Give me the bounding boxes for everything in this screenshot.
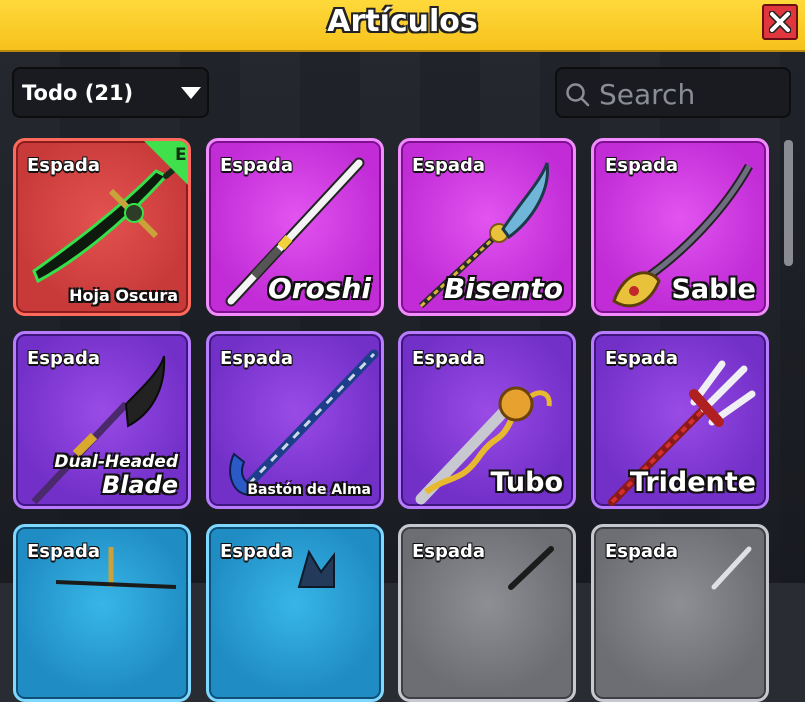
item-card-tridente[interactable]: Espada Tridente [591, 331, 769, 509]
search-input[interactable] [597, 77, 786, 111]
item-name: Tridente [629, 467, 756, 499]
item-category: Espada [220, 348, 294, 369]
category-filter-dropdown[interactable]: Todo (21) [12, 67, 209, 118]
window-title: Artículos [327, 4, 478, 39]
item-card-row3-4[interactable]: Espada [591, 524, 769, 702]
item-card-dual-headed-blade[interactable]: Espada Dual-Headed Blade [13, 331, 191, 509]
item-card-row3-2[interactable]: Espada [206, 524, 384, 702]
close-button[interactable] [762, 4, 798, 40]
title-bar: Artículos [0, 0, 805, 52]
item-category: Espada [605, 155, 679, 176]
item-category: Espada [412, 348, 486, 369]
item-card-row3-3[interactable]: Espada [398, 524, 576, 702]
item-category: Espada [220, 541, 294, 562]
item-category: Espada [220, 155, 294, 176]
item-name: Tubo [490, 467, 563, 499]
item-card-baston-de-alma[interactable]: Espada Bastón de Alma [206, 331, 384, 509]
item-name: Oroshi [267, 272, 371, 306]
item-category: Espada [605, 348, 679, 369]
item-name-group: Dual-Headed Blade [54, 453, 178, 498]
filter-selected-value: Todo (21) [22, 81, 134, 105]
scrollbar-thumb[interactable] [784, 140, 793, 266]
chevron-down-icon [181, 87, 201, 99]
item-category: Espada [27, 348, 101, 369]
equipped-badge-letter: E [175, 145, 187, 165]
item-category: Espada [412, 155, 486, 176]
item-card-sable[interactable]: Espada Sable [591, 138, 769, 316]
item-name-line2: Blade [101, 470, 178, 499]
item-category: Espada [412, 541, 486, 562]
item-name-line1: Dual-Headed [54, 451, 178, 472]
item-category: Espada [27, 155, 101, 176]
close-icon [769, 11, 791, 33]
search-box[interactable] [555, 67, 791, 118]
item-card-oroshi[interactable]: Espada Oroshi [206, 138, 384, 316]
search-icon [566, 83, 590, 107]
item-card-tubo[interactable]: Espada Tubo [398, 331, 576, 509]
item-name: Bastón de Alma [247, 481, 371, 498]
item-card-hoja-oscura[interactable]: Espada Hoja Oscura E [13, 138, 191, 316]
item-category: Espada [605, 541, 679, 562]
equipped-badge: E [144, 141, 188, 185]
item-card-row3-1[interactable]: Espada [13, 524, 191, 702]
item-category: Espada [27, 541, 101, 562]
item-name: Bisento [443, 272, 563, 306]
item-card-bisento[interactable]: Espada Bisento [398, 138, 576, 316]
item-name: Sable [671, 274, 756, 306]
item-name: Hoja Oscura [69, 286, 178, 306]
